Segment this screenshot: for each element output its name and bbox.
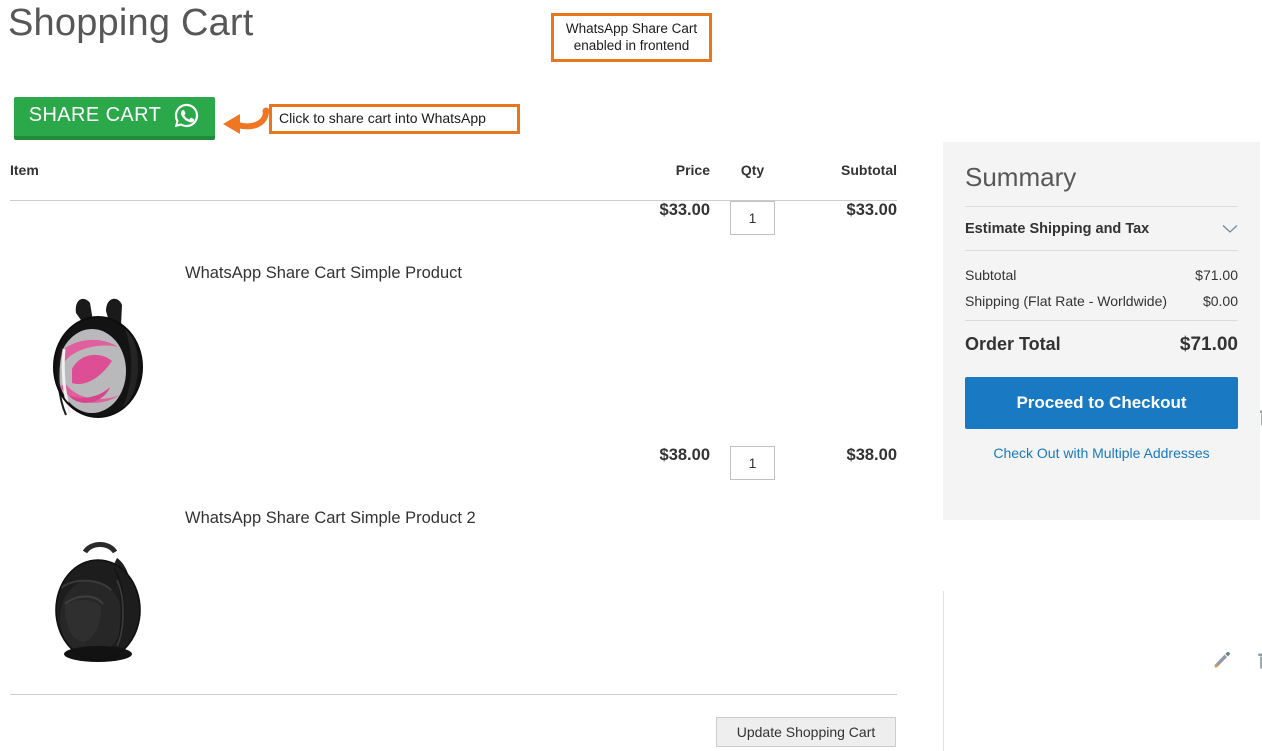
cart-table-container: Item Price Qty Subtotal WhatsApp Share C… [10, 162, 1262, 691]
order-total-value: $71.00 [1179, 334, 1238, 355]
summary-line-value: $0.00 [1202, 293, 1238, 309]
product-subtotal: $38.00 [846, 445, 897, 464]
column-header-price: Price [590, 162, 710, 201]
order-total-row: Order Total $71.00 [965, 320, 1238, 356]
product-name[interactable]: WhatsApp Share Cart Simple Product 2 [185, 466, 476, 528]
annotation-text: Click to share cart into WhatsApp [279, 110, 486, 126]
item-cell: WhatsApp Share Cart Simple Product 2 [10, 446, 1262, 691]
page-title: Shopping Cart [8, 2, 254, 44]
annotation-click-to-share: Click to share cart into WhatsApp [269, 104, 520, 134]
summary-line-label: Shipping (Flat Rate - Worldwide) [965, 293, 1168, 309]
update-shopping-cart-button[interactable]: Update Shopping Cart [716, 717, 896, 747]
summary-line-subtotal: Subtotal $71.00 [965, 264, 1238, 290]
pencil-icon[interactable] [1211, 649, 1233, 671]
row-actions [1211, 649, 1262, 671]
item-cell: WhatsApp Share Cart Simple Product [10, 201, 1262, 446]
checkout-multiple-addresses-link[interactable]: Check Out with Multiple Addresses [965, 445, 1238, 461]
order-total-label: Order Total [965, 334, 1061, 354]
product-subtotal: $33.00 [846, 201, 897, 219]
share-cart-label: SHARE CART [28, 103, 162, 126]
proceed-to-checkout-button[interactable]: Proceed to Checkout [965, 377, 1238, 429]
summary-line-shipping: Shipping (Flat Rate - Worldwide) $0.00 [965, 290, 1238, 316]
qty-input[interactable] [730, 445, 775, 480]
summary-line-label: Subtotal [965, 267, 1017, 283]
shopping-cart-page: Shopping Cart WhatsApp Share Cart enable… [0, 0, 1262, 751]
qty-input[interactable] [730, 201, 775, 235]
summary-line-value: $71.00 [1195, 267, 1238, 283]
cart-table: Item Price Qty Subtotal WhatsApp Share C… [10, 162, 1262, 691]
table-header-row: Item Price Qty Subtotal [10, 162, 897, 201]
product-image-black-backpack[interactable] [10, 466, 185, 662]
pointer-arrow-icon [214, 98, 276, 140]
column-header-item: Item [10, 162, 590, 201]
estimate-shipping-and-tax-toggle[interactable]: Estimate Shipping and Tax [965, 207, 1238, 251]
table-row: WhatsApp Share Cart Simple Product $33.0… [10, 201, 1262, 446]
share-cart-button[interactable]: SHARE CART [14, 97, 215, 140]
qty-cell [710, 201, 795, 446]
product-price: $38.00 [659, 445, 710, 464]
qty-cell [710, 445, 795, 691]
cart-table-head: Item Price Qty Subtotal [10, 162, 897, 201]
cart-bottom-divider [10, 694, 897, 695]
cart-table-body: WhatsApp Share Cart Simple Product $33.0… [10, 201, 1262, 691]
product-name[interactable]: WhatsApp Share Cart Simple Product [185, 221, 462, 283]
column-header-subtotal: Subtotal [795, 162, 897, 201]
estimate-shipping-label: Estimate Shipping and Tax [965, 221, 1150, 237]
summary-title: Summary [965, 142, 1238, 207]
whatsapp-icon [173, 102, 200, 129]
sidebar-vertical-divider [943, 591, 944, 751]
chevron-down-icon [1222, 224, 1238, 234]
order-summary-panel: Summary Estimate Shipping and Tax Subtot… [943, 142, 1260, 520]
summary-totals: Subtotal $71.00 Shipping (Flat Rate - Wo… [965, 251, 1238, 356]
annotation-whatsapp-enabled: WhatsApp Share Cart enabled in frontend [551, 13, 712, 62]
product-image-pink-black-backpack[interactable] [10, 221, 185, 418]
annotation-text: WhatsApp Share Cart enabled in frontend [565, 21, 698, 53]
product-price: $33.00 [659, 201, 710, 219]
trash-icon[interactable] [1255, 649, 1262, 671]
column-header-qty: Qty [710, 162, 795, 201]
table-row: WhatsApp Share Cart Simple Product 2 $38… [10, 445, 1262, 691]
